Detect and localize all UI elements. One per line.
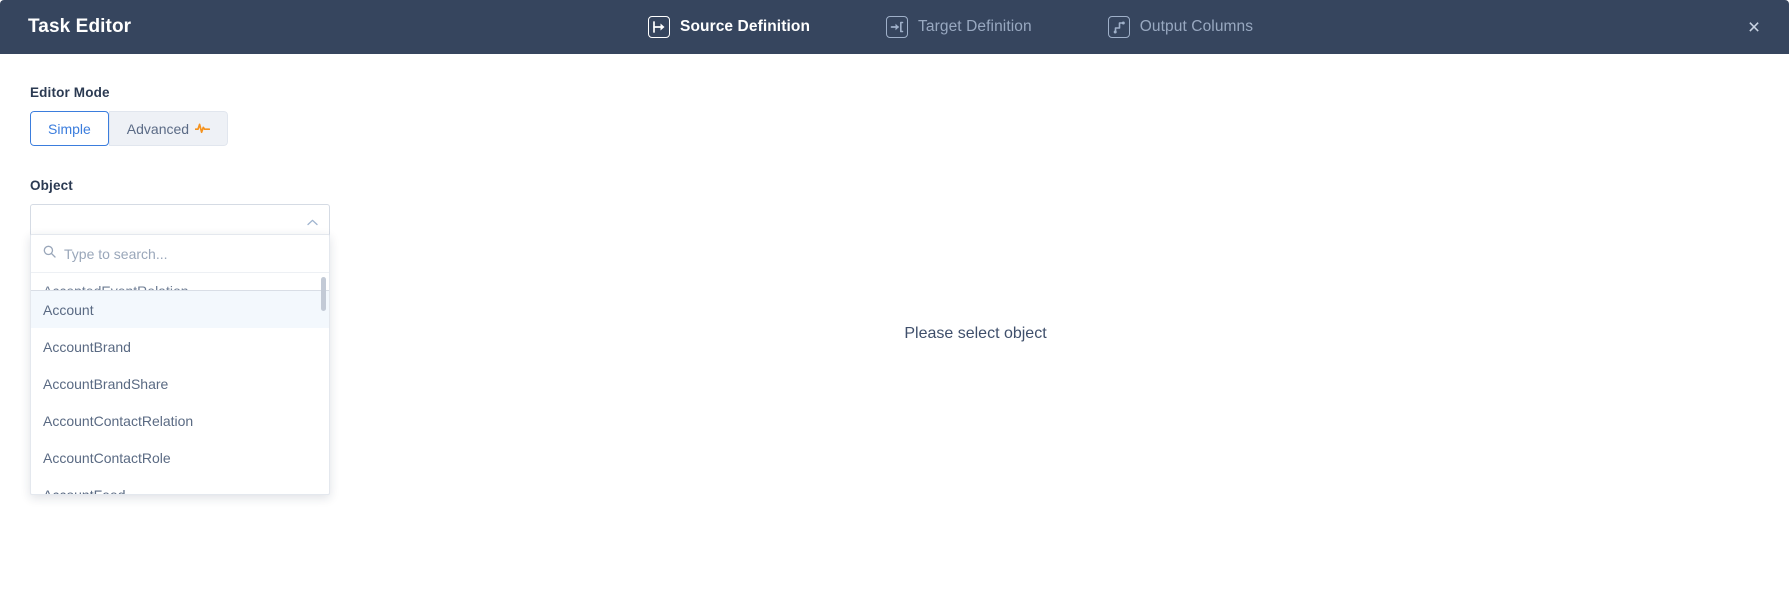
editor-mode-toggle: Simple Advanced [30, 111, 229, 146]
editor-mode-label: Editor Mode [30, 85, 110, 100]
editor-mode-simple-label: Simple [48, 120, 91, 137]
dropdown-option-accountcontactrelation[interactable]: AccountContactRelation [31, 402, 329, 439]
pulse-icon [194, 121, 211, 137]
empty-state-message: Please select object [904, 325, 1047, 342]
object-dropdown-panel: AcceptedEventRelation Account AccountBra… [30, 234, 330, 495]
page-title: Task Editor [28, 16, 132, 37]
dropdown-option-accountbrand[interactable]: AccountBrand [31, 328, 329, 365]
header-tab-list: Source Definition Target Definition Outp… [648, 0, 1253, 54]
tab-output-columns-label: Output Columns [1139, 18, 1254, 35]
tab-target-definition[interactable]: Target Definition [886, 0, 1032, 54]
dropdown-scrollbar-thumb[interactable] [321, 277, 326, 311]
dropdown-scrollbar[interactable] [321, 277, 326, 491]
dropdown-option-accountcontactrole[interactable]: AccountContactRole [31, 439, 329, 476]
output-columns-icon [1107, 16, 1130, 38]
object-field-label: Object [30, 178, 73, 193]
tab-target-definition-label: Target Definition [918, 18, 1032, 35]
tab-source-definition-label: Source Definition [680, 18, 811, 35]
editor-mode-advanced-button[interactable]: Advanced [108, 111, 229, 146]
dropdown-option-accountfeed[interactable]: AccountFeed [31, 476, 329, 495]
chevron-up-icon[interactable] [305, 215, 319, 229]
source-definition-icon [648, 16, 670, 38]
close-icon[interactable]: × [1741, 14, 1767, 40]
dropdown-option-label: AccountContactRelation [43, 412, 194, 429]
tab-output-columns[interactable]: Output Columns [1107, 0, 1254, 54]
dropdown-option-account[interactable]: Account [31, 291, 329, 328]
window-header: Task Editor Source Definition Target Def… [0, 0, 1789, 54]
task-editor-window: Task Editor Source Definition Target Def… [0, 0, 1789, 614]
dropdown-option-list[interactable]: AcceptedEventRelation Account AccountBra… [31, 273, 329, 495]
dropdown-option-label: AccountBrandShare [43, 375, 169, 392]
dropdown-option-label: AcceptedEventRelation [43, 283, 189, 291]
dropdown-option-label: AccountFeed [43, 486, 126, 495]
dropdown-option-acceptedeventrelation[interactable]: AcceptedEventRelation [31, 273, 329, 291]
search-icon [43, 245, 56, 263]
dropdown-option-accountbrandshare[interactable]: AccountBrandShare [31, 365, 329, 402]
editor-mode-simple-button[interactable]: Simple [30, 111, 109, 146]
dropdown-search-row [31, 235, 329, 273]
tab-source-definition[interactable]: Source Definition [648, 0, 810, 54]
editor-body: Please select object Editor Mode Simple … [0, 54, 1789, 614]
dropdown-option-label: AccountContactRole [43, 449, 171, 466]
target-definition-icon [886, 16, 909, 38]
editor-mode-advanced-label: Advanced [126, 120, 190, 137]
close-icon-glyph: × [1747, 15, 1761, 39]
dropdown-option-label: Account [43, 301, 94, 318]
dropdown-option-label: AccountBrand [43, 338, 131, 355]
search-input[interactable] [64, 245, 317, 262]
